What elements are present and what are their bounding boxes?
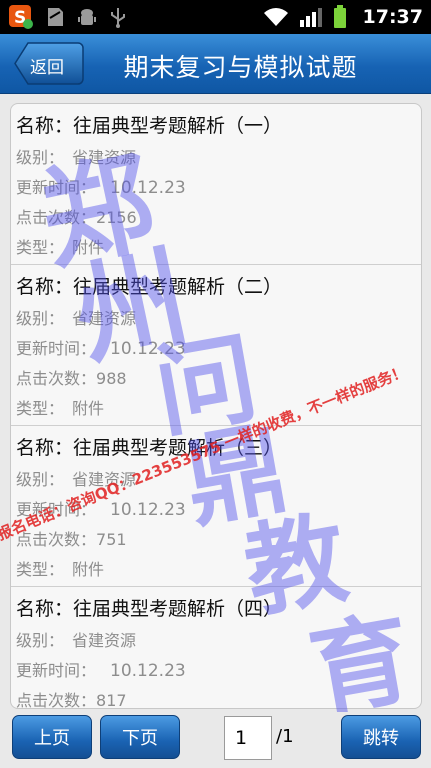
clock: 17:37 — [362, 6, 423, 28]
list-item[interactable]: 名称：往届典型考题解析（二） 级别： 省建资源 更新时间： 10.12.23 点击次… — [11, 265, 421, 426]
item-level: 级别： 省建资源 — [16, 470, 137, 489]
item-level: 级别： 省建资源 — [16, 148, 137, 167]
item-type: 类型： 附件 — [16, 238, 105, 257]
item-updated: 更新时间： 10.12.23 — [16, 661, 186, 681]
list-item[interactable]: 名称：往届典型考题解析（三） 级别： 省建资源 更新时间： 10.12.23 点击次… — [11, 426, 421, 587]
title-bar: 返回 期末复习与模拟试题 — [0, 34, 431, 94]
item-name: 名称：往届典型考题解析（四） — [16, 598, 283, 620]
item-name: 名称：往届典型考题解析（三） — [16, 437, 283, 459]
sd-card-icon — [44, 6, 66, 28]
item-name: 名称：往届典型考题解析（二） — [16, 276, 283, 298]
back-button[interactable]: 返回 — [14, 42, 84, 85]
item-type: 类型： 附件 — [16, 560, 105, 579]
next-page-button[interactable]: 下页 — [100, 715, 180, 759]
item-level: 级别： 省建资源 — [16, 631, 137, 650]
prev-page-button[interactable]: 上页 — [12, 715, 92, 759]
item-updated: 更新时间： 10.12.23 — [16, 178, 186, 198]
back-button-label: 返回 — [30, 58, 64, 78]
jump-button[interactable]: 跳转 — [341, 715, 421, 759]
item-clicks: 点击次数：2156 — [16, 208, 137, 227]
item-type: 类型： 附件 — [16, 399, 105, 418]
item-clicks: 点击次数：988 — [16, 369, 127, 388]
signal-icon — [299, 6, 323, 28]
item-clicks: 点击次数：751 — [16, 530, 127, 549]
wifi-icon — [263, 6, 289, 28]
item-updated: 更新时间： 10.12.23 — [16, 500, 186, 520]
item-name: 名称：往届典型考题解析（一） — [16, 115, 283, 137]
page-total: /1 — [276, 726, 294, 747]
page-title: 期末复习与模拟试题 — [123, 53, 358, 82]
sohu-app-icon: S — [8, 4, 34, 30]
battery-icon — [333, 5, 347, 29]
list-item[interactable]: 名称：往届典型考题解析（一） 级别： 省建资源 更新时间： 10.12.23 点击次… — [11, 104, 421, 265]
item-updated: 更新时间： 10.12.23 — [16, 339, 186, 359]
page-number-input[interactable]: 1 — [224, 716, 272, 760]
item-clicks: 点击次数：817 — [16, 691, 127, 709]
usb-icon — [108, 6, 128, 28]
pagination-bar: 上页 下页 1 /1 跳转 — [0, 712, 431, 768]
list-item[interactable]: 名称：往届典型考题解析（四） 级别： 省建资源 更新时间： 10.12.23 点击次… — [11, 587, 421, 709]
status-bar: S 17:37 — [0, 0, 431, 34]
android-debug-icon — [76, 6, 98, 28]
item-level: 级别： 省建资源 — [16, 309, 137, 328]
resource-list: 名称：往届典型考题解析（一） 级别： 省建资源 更新时间： 10.12.23 点击次… — [10, 103, 422, 709]
